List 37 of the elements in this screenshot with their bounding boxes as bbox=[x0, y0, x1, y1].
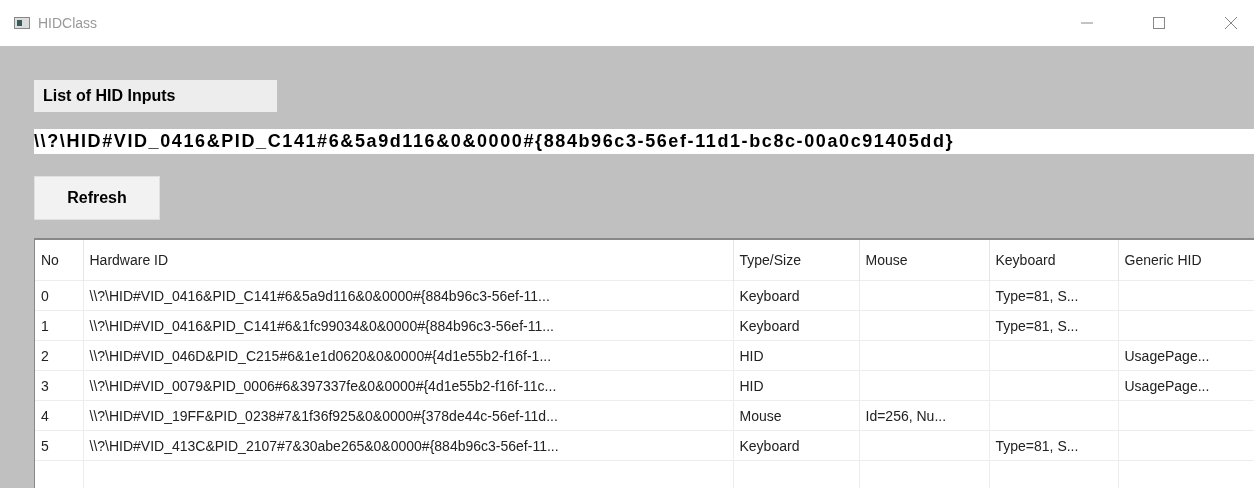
column-header[interactable]: Generic HID bbox=[1118, 240, 1254, 281]
table-cell: 5 bbox=[41, 437, 49, 454]
table-cell: Keyboard bbox=[739, 317, 800, 334]
table-cell: \\?\HID#VID_0079&PID_0006#6&397337fe&0&0000#{4d1e55b2-f16f-11c... bbox=[89, 377, 557, 394]
refresh-button[interactable]: Refresh bbox=[34, 176, 160, 220]
table-cell: Id=256, Nu... bbox=[865, 407, 947, 424]
window-title: HIDClass bbox=[38, 15, 99, 31]
table-cell: \\?\HID#VID_0416&PID_C141#6&1fc99034&0&0000#{884b96c3-56ef-11... bbox=[89, 317, 554, 334]
table-cell: UsagePage... bbox=[1124, 347, 1210, 364]
table-cell: 3 bbox=[41, 377, 49, 394]
table-cell: 4 bbox=[41, 407, 49, 424]
table-cell: Type=81, S... bbox=[995, 287, 1079, 304]
table-cell: HID bbox=[739, 347, 764, 364]
table-cell: Type=81, S... bbox=[995, 317, 1079, 334]
column-header[interactable]: Hardware ID bbox=[83, 240, 733, 281]
table-cell: \\?\HID#VID_413C&PID_2107#7&30abe265&0&0000#{884b96c3-56ef-11... bbox=[89, 437, 559, 454]
table-cell: Keyboard bbox=[739, 437, 800, 454]
column-header[interactable]: Keyboard bbox=[989, 240, 1118, 281]
app-icon bbox=[14, 17, 30, 29]
column-header[interactable]: Type/Size bbox=[733, 240, 859, 281]
table-cell: HID bbox=[739, 377, 764, 394]
table-cell: Mouse bbox=[739, 407, 782, 424]
group-label: List of HID Inputs bbox=[34, 80, 277, 112]
selected-path-field[interactable]: \\?\HID#VID_0416&PID_C141#6&5a9d116&0&0000#{884b96c3-56ef-11d1-bc8c-00a0c91405dd} bbox=[34, 129, 1254, 154]
maximize-icon bbox=[1153, 17, 1165, 29]
table-cell: \\?\HID#VID_046D&PID_C215#6&1e1d0620&0&0000#{4d1e55b2-f16f-1... bbox=[89, 347, 552, 364]
table-cell: 1 bbox=[41, 317, 49, 334]
table-cell: 2 bbox=[41, 347, 49, 364]
close-icon bbox=[1225, 17, 1237, 29]
column-header[interactable]: Mouse bbox=[859, 240, 989, 281]
table-cell: Type=81, S... bbox=[995, 437, 1079, 454]
table-cell: \\?\HID#VID_0416&PID_C141#6&5a9d116&0&0000#{884b96c3-56ef-11... bbox=[89, 287, 550, 304]
table-cell: \\?\HID#VID_19FF&PID_0238#7&1f36f925&0&0000#{378de44c-56ef-11d... bbox=[89, 407, 558, 424]
table-cell: UsagePage... bbox=[1124, 377, 1210, 394]
column-header[interactable]: No bbox=[35, 240, 83, 281]
table-cell: 0 bbox=[41, 287, 49, 304]
table-cell: Keyboard bbox=[739, 287, 800, 304]
